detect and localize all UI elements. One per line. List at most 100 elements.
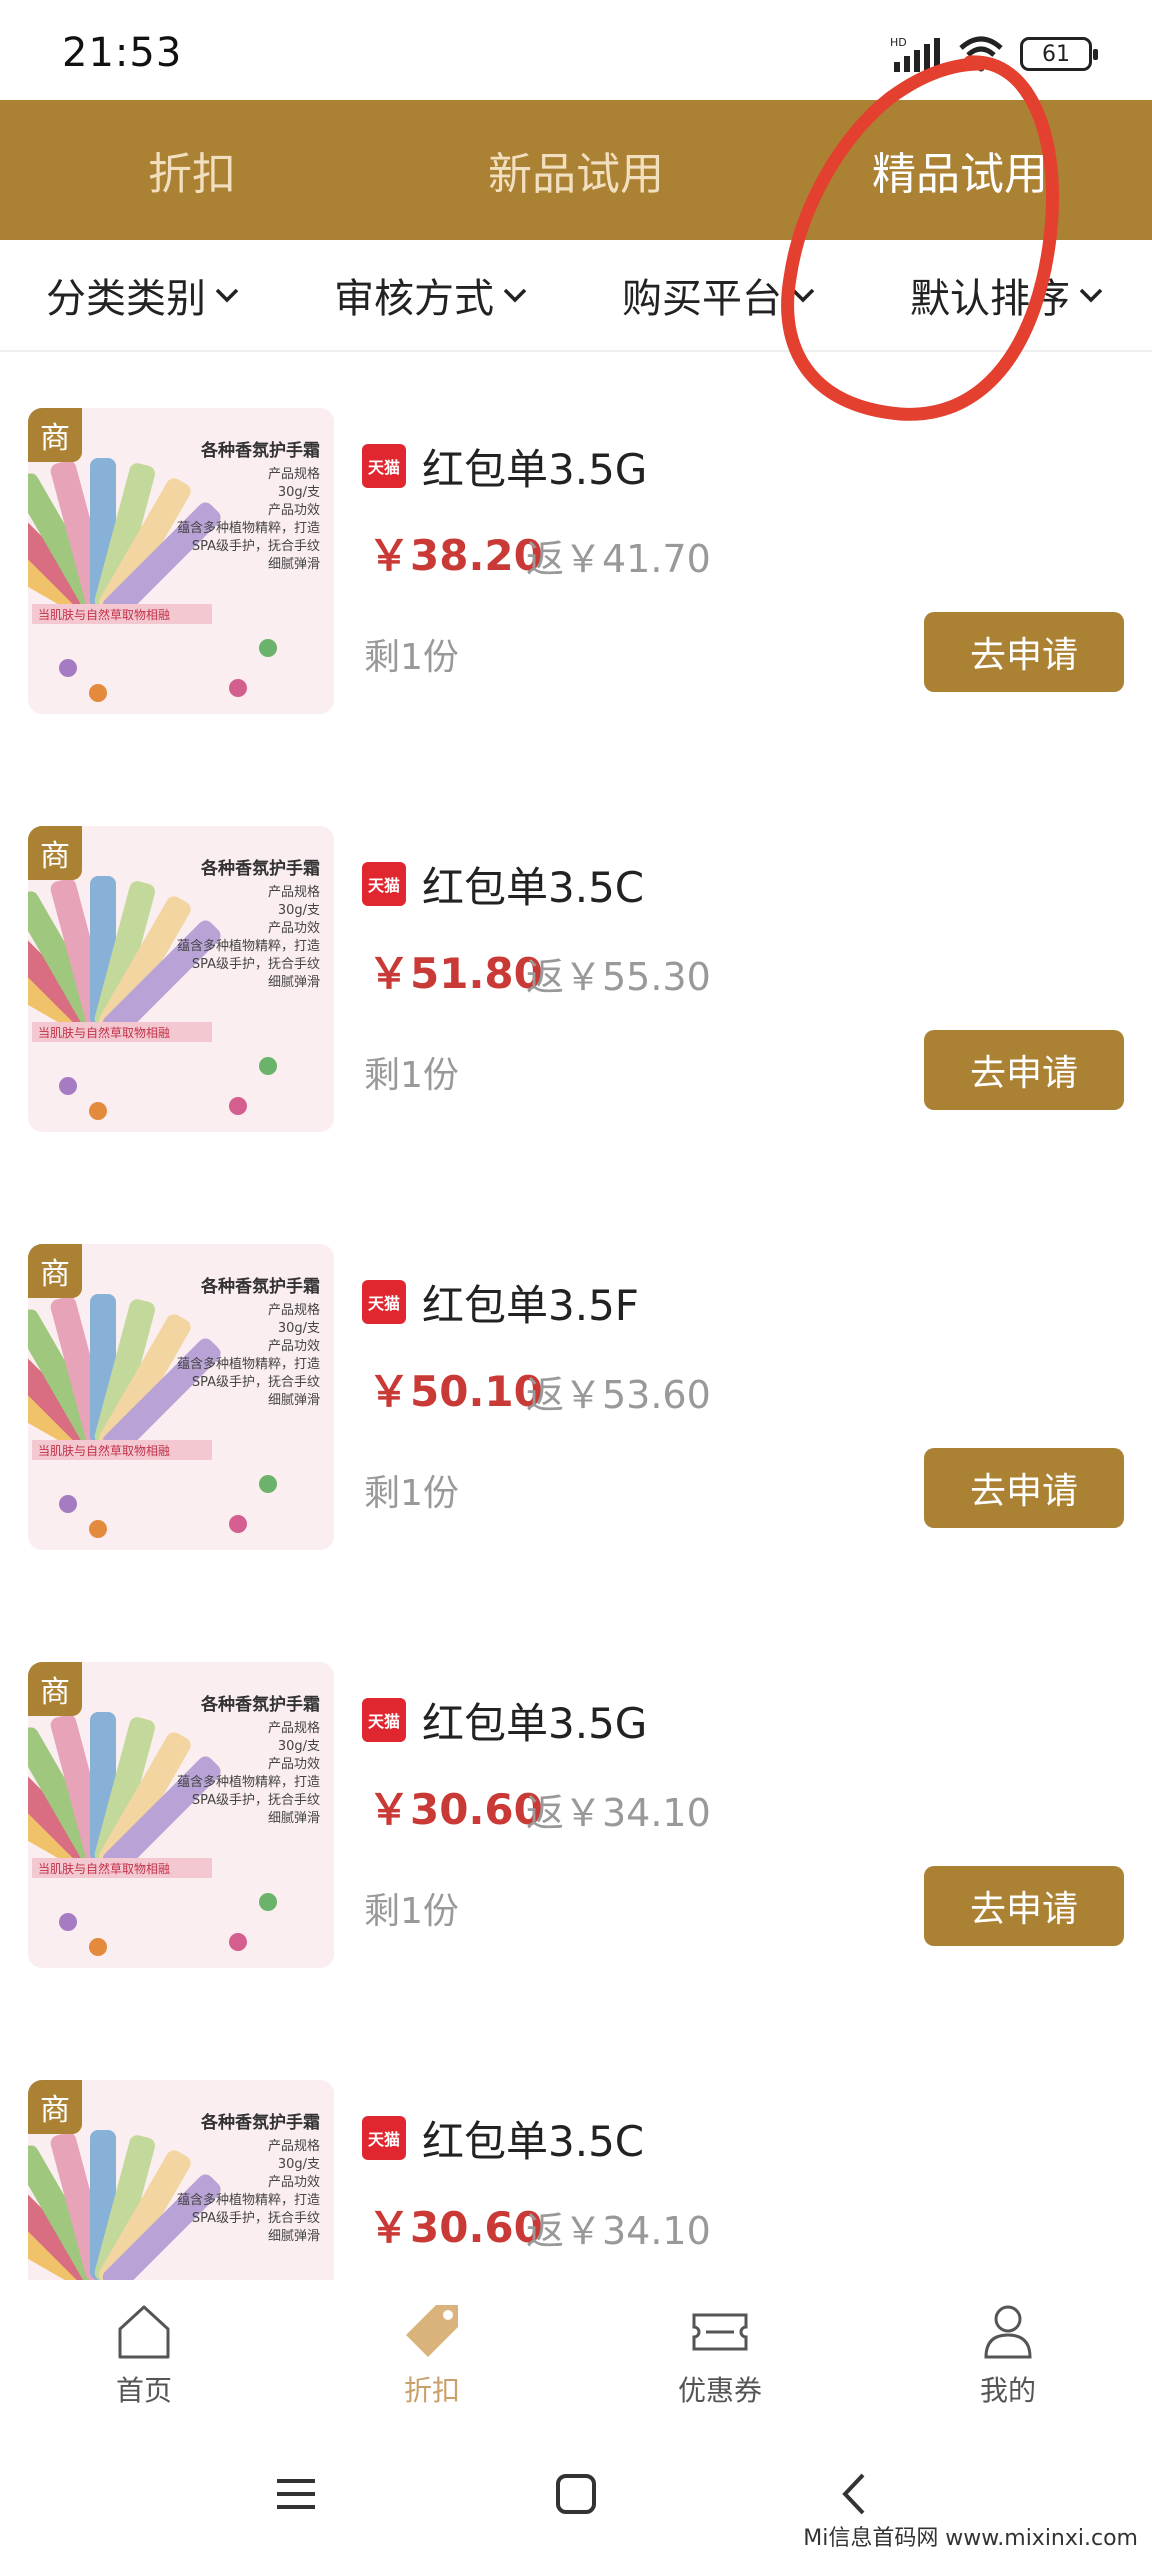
nav-discount[interactable]: 折扣 [288,2280,576,2428]
item-title: 红包单3.5C [422,863,645,912]
merchant-badge: 商 [28,1244,82,1298]
filter-label: 审核方式 [334,276,494,322]
item-remaining: 剩1份 [364,1891,459,1932]
battery-icon: 61 [1020,37,1098,71]
user-icon [984,2305,1032,2359]
item-refund: 返￥53.60 [526,1373,711,1417]
signal-icon: HD [890,36,940,72]
item-price: ￥50.10 [368,1367,543,1416]
filter-review-method[interactable]: 审核方式 [288,240,576,350]
nav-label: 首页 [115,2374,172,2407]
apply-button[interactable]: 去申请 [924,612,1124,692]
chevron-down-icon [1079,288,1103,303]
list-item: 商 各种香氛护手霜 产品规格 30g/支 产品功效 蕴含多种植物精粹，打造 SP… [0,1188,1152,1606]
wifi-icon [959,36,1003,72]
merchant-badge: 商 [28,826,82,880]
tag-icon [406,2305,458,2357]
filter-label: 购买平台 [622,276,782,322]
item-remaining: 剩1份 [364,637,459,678]
status-time: 21:53 [62,30,183,76]
status-icons: HD 61 [890,34,1098,74]
item-price: ￥30.60 [368,1785,543,1834]
list-item: 商 各种香氛护手霜 产品规格 30g/支 产品功效 蕴含多种植物精粹，打造 SP… [0,770,1152,1188]
item-remaining: 剩1份 [364,1055,459,1096]
item-price: ￥51.80 [368,949,543,998]
status-bar: 21:53 HD 61 [0,0,1152,100]
item-title: 红包单3.5G [422,445,648,494]
nav-label: 我的 [979,2374,1036,2407]
image-spec-text: 产品规格 30g/支 产品功效 蕴含多种植物精粹，打造 SPA级手护，抚合手纹 … [176,1303,320,1408]
image-title: 各种香氛护手霜 [201,1695,320,1715]
item-refund: 返￥55.30 [526,955,711,999]
apply-button[interactable]: 去申请 [924,1030,1124,1110]
apply-button[interactable]: 去申请 [924,1866,1124,1946]
item-title: 红包单3.5G [422,1699,648,1748]
tmall-icon: 天猫 [362,2116,406,2160]
bottom-nav: 首页 折扣 优惠券 我的 [0,2280,1152,2428]
ticket-icon [692,2313,748,2351]
tmall-icon: 天猫 [362,1280,406,1324]
menu-icon[interactable] [271,2469,321,2519]
filter-platform[interactable]: 购买平台 [576,240,864,350]
image-spec-text: 产品规格 30g/支 产品功效 蕴含多种植物精粹，打造 SPA级手护，抚合手纹 … [176,467,320,572]
image-stripe: 当肌肤与自然草取物相融 [32,1858,212,1878]
item-price: ￥38.20 [368,531,543,580]
tab-discount[interactable]: 折扣 [0,100,384,240]
chevron-down-icon [215,288,239,303]
list-item: 商 各种香氛护手霜 产品规格 30g/支 产品功效 蕴含多种植物精粹，打造 SP… [0,2024,1152,2280]
back-icon[interactable] [831,2469,881,2519]
product-image[interactable]: 商 各种香氛护手霜 产品规格 30g/支 产品功效 蕴含多种植物精粹，打造 SP… [28,408,334,714]
merchant-badge: 商 [28,1662,82,1716]
image-title: 各种香氛护手霜 [201,1277,320,1297]
filter-label: 分类类别 [46,276,206,322]
chevron-down-icon [503,288,527,303]
image-stripe: 当肌肤与自然草取物相融 [32,1440,212,1460]
product-image[interactable]: 商 各种香氛护手霜 产品规格 30g/支 产品功效 蕴含多种植物精粹，打造 SP… [28,826,334,1132]
product-image[interactable]: 商 各种香氛护手霜 产品规格 30g/支 产品功效 蕴含多种植物精粹，打造 SP… [28,2080,334,2280]
tab-premium-trial[interactable]: 精品试用 [768,100,1152,240]
home-icon [118,2305,170,2359]
image-title: 各种香氛护手霜 [201,2113,320,2133]
nav-mine[interactable]: 我的 [864,2280,1152,2428]
item-price: ￥30.60 [368,2203,543,2252]
filter-sort[interactable]: 默认排序 [864,240,1152,350]
image-stripe: 当肌肤与自然草取物相融 [32,604,212,624]
chevron-down-icon [791,288,815,303]
item-title: 红包单3.5C [422,2117,645,2166]
watermark: Mi信息首码网 www.mixinxi.com [797,2518,1144,2554]
home-square-icon[interactable] [551,2469,601,2519]
image-spec-text: 产品规格 30g/支 产品功效 蕴含多种植物精粹，打造 SPA级手护，抚合手纹 … [176,2139,320,2244]
list-item: 商 各种香氛护手霜 产品规格 30g/支 产品功效 蕴含多种植物精粹，打造 SP… [0,352,1152,770]
item-refund: 返￥41.70 [526,537,711,581]
list-item: 商 各种香氛护手霜 产品规格 30g/支 产品功效 蕴含多种植物精粹，打造 SP… [0,1606,1152,2024]
image-spec-text: 产品规格 30g/支 产品功效 蕴含多种植物精粹，打造 SPA级手护，抚合手纹 … [176,1721,320,1826]
tmall-icon: 天猫 [362,862,406,906]
image-stripe: 当肌肤与自然草取物相融 [32,1022,212,1042]
merchant-badge: 商 [28,408,82,462]
filter-category[interactable]: 分类类别 [0,240,288,350]
item-refund: 返￥34.10 [526,1791,711,1835]
image-title: 各种香氛护手霜 [201,859,320,879]
filter-label: 默认排序 [910,276,1070,322]
merchant-badge: 商 [28,2080,82,2134]
filter-row: 分类类别 审核方式 购买平台 默认排序 [0,240,1152,352]
battery-level: 61 [1042,41,1070,67]
tmall-icon: 天猫 [362,1698,406,1742]
item-remaining: 剩1份 [364,1473,459,1514]
image-spec-text: 产品规格 30g/支 产品功效 蕴含多种植物精粹，打造 SPA级手护，抚合手纹 … [176,885,320,990]
nav-home[interactable]: 首页 [0,2280,288,2428]
product-image[interactable]: 商 各种香氛护手霜 产品规格 30g/支 产品功效 蕴含多种植物精粹，打造 SP… [28,1662,334,1968]
product-image[interactable]: 商 各种香氛护手霜 产品规格 30g/支 产品功效 蕴含多种植物精粹，打造 SP… [28,1244,334,1550]
network-type: HD [890,36,907,49]
product-list: 商 各种香氛护手霜 产品规格 30g/支 产品功效 蕴含多种植物精粹，打造 SP… [0,352,1152,2280]
apply-button[interactable]: 去申请 [924,1448,1124,1528]
nav-label: 折扣 [403,2374,460,2407]
item-refund: 返￥34.10 [526,2209,711,2253]
tmall-icon: 天猫 [362,444,406,488]
nav-label: 优惠券 [677,2374,762,2407]
top-tab-bar: 折扣 新品试用 精品试用 [0,100,1152,240]
item-title: 红包单3.5F [422,1281,639,1330]
image-title: 各种香氛护手霜 [201,441,320,461]
tab-new-trial[interactable]: 新品试用 [384,100,768,240]
nav-coupon[interactable]: 优惠券 [576,2280,864,2428]
